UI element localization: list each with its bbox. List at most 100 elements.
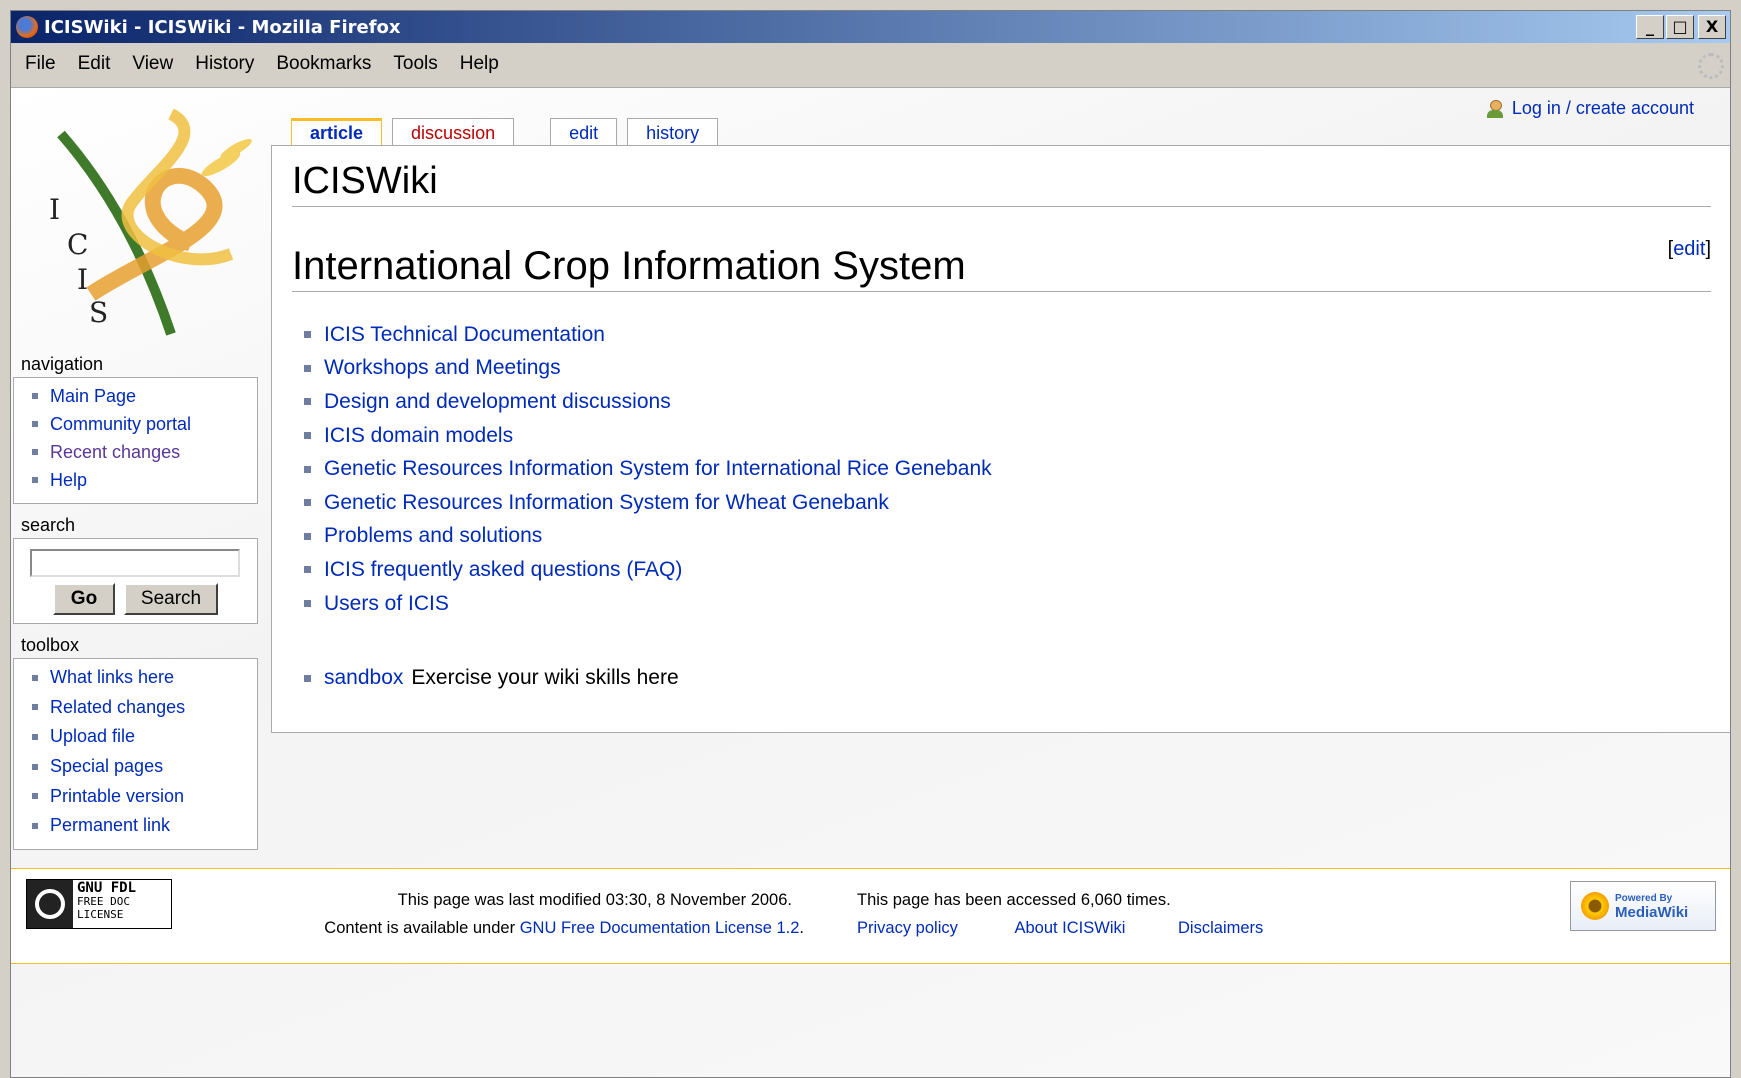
- menu-bookmarks[interactable]: Bookmarks: [265, 53, 382, 75]
- bullet-icon: [304, 674, 311, 682]
- menu-bar: File Edit View History Bookmarks Tools H…: [11, 45, 1730, 83]
- navigation-portlet: Main Page Community portal Recent change…: [13, 377, 258, 504]
- tab-article[interactable]: article: [291, 118, 383, 146]
- bullet-icon: [32, 421, 38, 427]
- powered-by-mediawiki-badge[interactable]: Powered By MediaWiki: [1570, 881, 1716, 931]
- icis-logo[interactable]: I C I S: [31, 94, 266, 349]
- bullet-icon: [304, 499, 311, 507]
- privacy-policy-link[interactable]: Privacy policy: [857, 919, 958, 937]
- menu-file[interactable]: File: [11, 53, 67, 75]
- toolbox-item-label: Printable version: [50, 785, 185, 806]
- sidebar-item-label: Help: [50, 469, 88, 490]
- gfdl-badge[interactable]: GNU FDL FREE DOC LICENSE: [26, 879, 172, 929]
- list-item: ICIS frequently asked questions (FAQ): [304, 553, 992, 587]
- navigation-heading: navigation: [21, 354, 104, 374]
- link-sandbox[interactable]: sandbox: [324, 666, 403, 690]
- search-heading: search: [21, 515, 76, 535]
- link-faq[interactable]: ICIS frequently asked questions (FAQ): [324, 558, 682, 582]
- gfdl-line-3: LICENSE: [77, 908, 124, 921]
- logo-letter-c: C: [67, 228, 88, 261]
- page-title: ICISWiki: [292, 160, 438, 202]
- personal-tools: Log in / create account: [1486, 98, 1694, 119]
- menu-edit[interactable]: Edit: [67, 53, 122, 75]
- list-item: Problems and solutions: [304, 520, 992, 554]
- sandbox-item: sandbox Exercise your wiki skills here: [304, 666, 679, 690]
- license-line: Content is available under GNU Free Docu…: [324, 919, 804, 938]
- bullet-icon: [304, 532, 311, 540]
- sandbox-description: Exercise your wiki skills here: [411, 666, 679, 689]
- tab-discussion[interactable]: discussion: [392, 118, 515, 146]
- toolbox-item-label: Permanent link: [50, 815, 171, 836]
- link-rice-genebank[interactable]: Genetic Resources Information System for…: [324, 457, 992, 481]
- toolbox-item-what-links-here[interactable]: What links here: [14, 663, 257, 693]
- list-item: ICIS Technical Documentation: [304, 318, 992, 352]
- bullet-icon: [32, 793, 38, 800]
- bullet-icon: [32, 449, 38, 455]
- toolbox-item-label: Special pages: [50, 756, 164, 777]
- link-technical-documentation[interactable]: ICIS Technical Documentation: [324, 323, 605, 347]
- sidebar-item-label: Main Page: [50, 385, 137, 406]
- tab-history[interactable]: history: [627, 118, 719, 146]
- toolbox-item-label: Related changes: [50, 696, 186, 717]
- disclaimers-link[interactable]: Disclaimers: [1178, 919, 1263, 937]
- browser-window: ICISWiki - ICISWiki - Mozilla Firefox _ …: [10, 10, 1731, 1078]
- toolbox-item-related-changes[interactable]: Related changes: [14, 693, 257, 723]
- list-item: ICIS domain models: [304, 419, 992, 453]
- bullet-icon: [32, 477, 38, 483]
- list-item: Workshops and Meetings: [304, 352, 992, 386]
- menu-tools[interactable]: Tools: [382, 53, 448, 75]
- page-tabs: article discussion edit history: [291, 118, 728, 146]
- footer-links: Privacy policy About ICISWiki Disclaimer…: [857, 919, 1263, 938]
- search-button[interactable]: Search: [124, 583, 218, 615]
- login-link[interactable]: Log in / create account: [1512, 98, 1694, 119]
- link-users[interactable]: Users of ICIS: [324, 592, 449, 616]
- menu-help[interactable]: Help: [449, 53, 510, 75]
- edit-section-link[interactable]: edit: [1673, 238, 1705, 260]
- toolbox-item-special-pages[interactable]: Special pages: [14, 752, 257, 782]
- close-button[interactable]: X: [1698, 15, 1726, 39]
- mediawiki-sunflower-icon: [1581, 892, 1609, 920]
- logo-letter-i: I: [49, 193, 60, 226]
- section-heading: International Crop Information System: [292, 244, 966, 288]
- link-design-discussions[interactable]: Design and development discussions: [324, 390, 671, 414]
- about-link[interactable]: About ICISWiki: [1014, 919, 1125, 937]
- menu-history[interactable]: History: [184, 53, 265, 75]
- bullet-icon: [304, 331, 311, 339]
- link-problems-solutions[interactable]: Problems and solutions: [324, 524, 542, 548]
- maximize-button[interactable]: □: [1666, 15, 1694, 39]
- logo-letter-i2: I: [77, 263, 88, 296]
- license-link[interactable]: GNU Free Documentation License 1.2: [520, 919, 800, 937]
- link-domain-models[interactable]: ICIS domain models: [324, 424, 513, 448]
- toolbox-item-label: What links here: [50, 667, 175, 688]
- edit-section-close: ]: [1705, 238, 1711, 260]
- firefox-icon: [16, 16, 38, 38]
- last-modified: This page was last modified 03:30, 8 Nov…: [397, 891, 792, 909]
- search-input[interactable]: [30, 549, 240, 577]
- gfdl-line-2: FREE DOC: [77, 895, 130, 908]
- sidebar-item-recent-changes[interactable]: Recent changes: [14, 438, 257, 466]
- sidebar-item-label: Recent changes: [50, 441, 181, 462]
- sidebar-item-help[interactable]: Help: [14, 466, 257, 494]
- bullet-icon: [304, 398, 311, 406]
- bullet-icon: [32, 763, 38, 770]
- bullet-icon: [304, 432, 311, 440]
- bullet-icon: [304, 364, 311, 372]
- minimize-button[interactable]: _: [1636, 15, 1664, 39]
- link-wheat-genebank[interactable]: Genetic Resources Information System for…: [324, 491, 889, 515]
- link-workshops[interactable]: Workshops and Meetings: [324, 356, 561, 380]
- sidebar-item-label: Community portal: [50, 413, 192, 434]
- toolbox-item-permanent-link[interactable]: Permanent link: [14, 811, 257, 841]
- bullet-icon: [304, 566, 311, 574]
- sidebar-item-community-portal[interactable]: Community portal: [14, 410, 257, 438]
- go-button[interactable]: Go: [53, 583, 115, 615]
- menu-view[interactable]: View: [121, 53, 184, 75]
- bullet-icon: [32, 733, 38, 740]
- bullet-icon: [32, 674, 38, 681]
- toolbox-item-printable-version[interactable]: Printable version: [14, 781, 257, 811]
- toolbox-item-upload-file[interactable]: Upload file: [14, 722, 257, 752]
- sidebar-item-main-page[interactable]: Main Page: [14, 382, 257, 410]
- user-icon: [1486, 99, 1504, 118]
- title-bar: ICISWiki - ICISWiki - Mozilla Firefox _ …: [11, 11, 1730, 43]
- bullet-icon: [32, 393, 38, 399]
- tab-edit[interactable]: edit: [550, 118, 618, 146]
